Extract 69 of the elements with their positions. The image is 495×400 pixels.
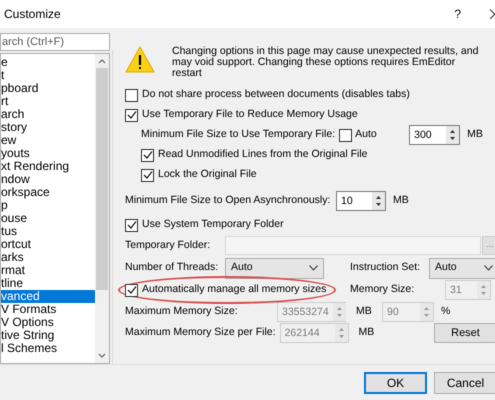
unit-label: MB <box>393 193 409 208</box>
close-icon[interactable] <box>489 9 495 19</box>
chevron-down-icon <box>309 265 318 271</box>
checkbox[interactable] <box>125 218 138 232</box>
category-item[interactable]: ouse <box>1 212 95 225</box>
number-spinner[interactable]: 10 <box>336 191 386 211</box>
option-label: Maximum Memory Size per File: <box>125 325 277 340</box>
checkbox-label: Automatically manage all memory sizes <box>142 282 326 298</box>
checkbox-label: Lock the Original File <box>158 167 257 182</box>
warning-text: Changing options in this page may cause unexpected results, and may void support. Changing these options requires EmEditor restart <box>172 46 480 79</box>
dialog-button[interactable]: OK <box>364 372 427 394</box>
checkbox[interactable] <box>141 148 154 162</box>
unit-label: % <box>441 304 450 319</box>
category-item[interactable]: tive String <box>1 328 95 342</box>
chevron-down-icon <box>484 265 493 271</box>
dropdown[interactable]: Auto <box>225 258 324 278</box>
warning-icon <box>125 46 155 73</box>
category-item[interactable]: tus <box>1 224 95 238</box>
option-label: Maximum Memory Size: <box>125 304 239 319</box>
option-label: Number of Threads: <box>125 260 220 276</box>
checkbox[interactable] <box>125 284 138 296</box>
checkbox[interactable] <box>125 108 138 122</box>
option-label: Memory Size: <box>350 282 416 298</box>
dialog-button[interactable]: Cancel <box>434 372 495 394</box>
checkbox[interactable] <box>141 168 154 182</box>
dropdown[interactable]: Auto <box>429 258 495 278</box>
category-item[interactable]: story <box>1 120 95 134</box>
checkbox-label: Use Temporary File to Reduce Memory Usage <box>142 107 358 122</box>
spinner-arrows-icon[interactable] <box>446 126 460 144</box>
checkbox-label: Do not share process between documents (disables tabs) <box>142 87 410 102</box>
category-item[interactable]: tline <box>1 276 95 290</box>
category-item[interactable]: V Options <box>1 316 95 329</box>
unit-label: MB <box>356 304 373 319</box>
category-item[interactable]: l Schemes <box>1 342 95 355</box>
category-item[interactable]: arks <box>1 250 95 264</box>
category-item[interactable]: pboard <box>1 82 95 95</box>
option-label: Minimum File Size to Use Temporary File: <box>141 127 336 142</box>
help-button[interactable]: ? <box>454 5 461 23</box>
category-item[interactable]: t <box>1 68 95 82</box>
category-item[interactable]: arch <box>1 108 95 121</box>
checkbox-label: Auto <box>355 127 377 142</box>
spinner-arrows-icon[interactable] <box>372 192 385 210</box>
category-item[interactable]: V Formats <box>1 302 95 316</box>
category-item[interactable]: orkspace <box>1 186 95 199</box>
category-item[interactable]: e <box>1 56 95 69</box>
unit-label: MB <box>467 127 483 142</box>
unit-label: MB <box>358 325 376 340</box>
option-label: Minimum File Size to Open Asynchronously: <box>125 193 332 208</box>
checkbox[interactable] <box>125 88 138 102</box>
checkbox-label: Read Unmodified Lines from the Original File <box>158 147 368 162</box>
category-item[interactable]: youts <box>1 146 95 160</box>
category-item[interactable]: rt <box>1 94 95 108</box>
category-item[interactable]: rmat <box>1 264 95 277</box>
number-spinner[interactable]: 300 <box>409 125 460 145</box>
category-item[interactable]: ew <box>1 134 95 147</box>
category-item[interactable]: xt Rendering <box>1 160 95 173</box>
category-item[interactable]: p <box>1 198 95 212</box>
category-item[interactable]: ndow <box>1 172 95 186</box>
scroll-thumb[interactable] <box>96 68 108 290</box>
category-item[interactable]: vanced <box>1 290 95 303</box>
option-label: Temporary Folder: <box>125 238 212 253</box>
scrollbar[interactable] <box>95 54 109 363</box>
window-title: Customize <box>4 6 61 23</box>
checkbox[interactable] <box>339 128 352 142</box>
option-label: Instruction Set: <box>350 260 422 276</box>
search-field[interactable]: arch (Ctrl+F) <box>0 33 110 51</box>
checkbox-label: Use System Temporary Folder <box>142 217 284 232</box>
reset-button[interactable]: Reset <box>434 323 495 343</box>
category-item[interactable]: ortcut <box>1 238 95 251</box>
